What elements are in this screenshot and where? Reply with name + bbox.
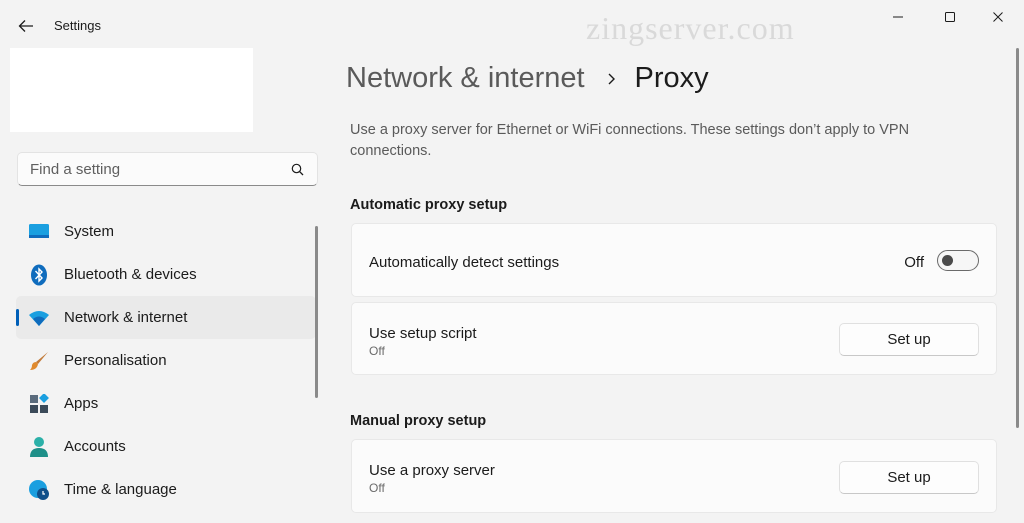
detect-settings-label: Automatically detect settings xyxy=(369,254,560,271)
sidebar-nav: System Bluetooth & devices Network & int… xyxy=(16,210,316,511)
search-input[interactable] xyxy=(30,160,289,178)
page-title: Proxy xyxy=(634,62,709,94)
watermark: zingserver.com xyxy=(586,10,795,46)
maximize-icon xyxy=(945,12,955,22)
chevron-right-icon xyxy=(607,72,617,86)
sidebar-item-network[interactable]: Network & internet xyxy=(16,296,316,339)
setup-script-label: Use setup script xyxy=(369,325,477,342)
system-icon xyxy=(28,221,50,243)
sidebar-item-personalisation[interactable]: Personalisation xyxy=(16,339,316,382)
sidebar-item-system[interactable]: System xyxy=(16,210,316,253)
proxy-server-label: Use a proxy server xyxy=(369,462,495,479)
maximize-button[interactable] xyxy=(930,6,970,28)
brush-icon xyxy=(28,350,50,372)
globe-clock-icon xyxy=(28,479,50,501)
sidebar-item-apps[interactable]: Apps xyxy=(16,382,316,425)
sidebar-item-label: Time & language xyxy=(64,481,177,498)
back-arrow-icon xyxy=(18,20,33,32)
sidebar-item-bluetooth[interactable]: Bluetooth & devices xyxy=(16,253,316,296)
setup-script-button[interactable]: Set up xyxy=(839,323,979,356)
detect-settings-state: Off xyxy=(904,254,924,271)
sidebar-item-accounts[interactable]: Accounts xyxy=(16,425,316,468)
close-button[interactable] xyxy=(978,6,1018,28)
back-button[interactable] xyxy=(10,12,42,40)
minimize-icon xyxy=(893,16,903,18)
detect-settings-card: Automatically detect settings Off xyxy=(351,223,997,297)
main-scrollbar[interactable] xyxy=(1016,48,1019,428)
user-profile-card[interactable] xyxy=(10,48,253,132)
proxy-server-card: Use a proxy server Off Set up xyxy=(351,439,997,513)
title-bar: Settings zingserver.com xyxy=(0,0,1024,48)
sidebar-item-label: Accounts xyxy=(64,438,126,455)
sidebar-item-label: Personalisation xyxy=(64,352,167,369)
section-title-automatic: Automatic proxy setup xyxy=(350,197,508,213)
sidebar-item-label: Bluetooth & devices xyxy=(64,266,197,283)
setup-script-status: Off xyxy=(369,344,385,358)
page-description: Use a proxy server for Ethernet or WiFi … xyxy=(350,122,910,159)
setup-script-card: Use setup script Off Set up xyxy=(351,302,997,375)
section-title-manual: Manual proxy setup xyxy=(350,413,487,429)
apps-icon xyxy=(28,393,50,415)
proxy-server-setup-button[interactable]: Set up xyxy=(839,461,979,494)
minimize-button[interactable] xyxy=(878,6,918,28)
sidebar-item-label: Apps xyxy=(64,395,99,412)
search-icon[interactable] xyxy=(289,161,305,177)
proxy-server-status: Off xyxy=(369,481,385,495)
sidebar-item-label: Network & internet xyxy=(64,309,188,326)
breadcrumb: Network & internet Proxy xyxy=(346,62,709,95)
bluetooth-icon xyxy=(28,264,50,286)
search-box[interactable] xyxy=(17,152,318,186)
breadcrumb-parent[interactable]: Network & internet xyxy=(346,62,585,95)
close-icon xyxy=(993,12,1003,22)
sidebar-item-time-language[interactable]: Time & language xyxy=(16,468,316,511)
toggle-knob xyxy=(942,255,953,266)
detect-settings-toggle[interactable] xyxy=(937,250,979,271)
person-icon xyxy=(28,436,50,458)
sidebar-scrollbar[interactable] xyxy=(315,226,318,398)
sidebar-item-label: System xyxy=(64,223,115,240)
wifi-icon xyxy=(28,307,50,329)
app-title: Settings xyxy=(54,18,101,33)
